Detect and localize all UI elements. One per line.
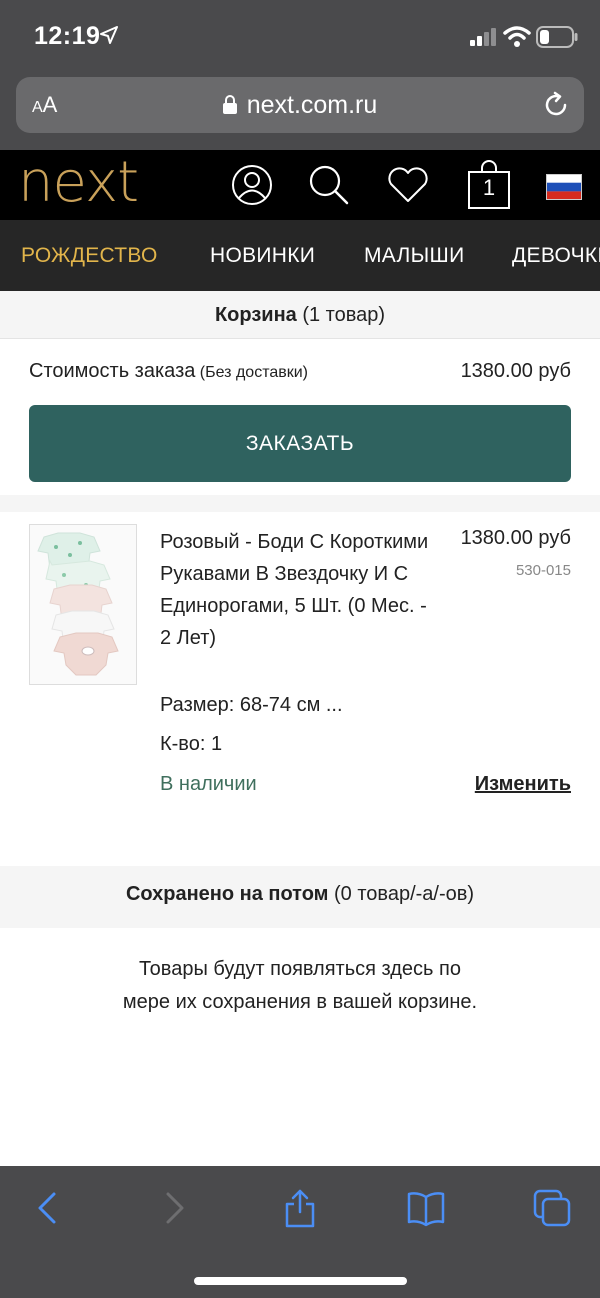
back-icon[interactable] [28,1188,68,1228]
stock-status: В наличии [160,773,257,795]
edit-item-link[interactable]: Изменить [475,773,571,796]
product-image[interactable] [29,524,137,685]
share-icon[interactable] [280,1188,320,1228]
saved-empty-line-1: Товары будут появляться здесь по [139,958,461,980]
order-cost-text: Стоимость заказа [29,360,196,382]
lock-icon [222,95,237,114]
address-bar[interactable]: AA next.com.ru [16,77,584,133]
bookmarks-icon[interactable] [406,1188,446,1228]
saved-count: (0 товар/-а/-ов) [328,883,475,905]
order-cost-label: Стоимость заказа (Без доставки) [29,360,308,383]
wifi-icon [503,26,531,47]
section-divider [0,495,600,512]
order-cost-note: (Без доставки) [195,364,309,381]
favorites-heart-icon[interactable] [386,163,430,207]
category-girls[interactable]: ДЕВОЧКИ [512,244,600,268]
category-babies[interactable]: МАЛЫШИ [364,244,464,268]
saved-empty-message: Товары будут появляться здесь по мере их… [60,953,540,1019]
bodysuits-image [37,532,119,676]
product-name[interactable]: Розовый - Боди С Короткими Рукавами В Зв… [160,526,430,654]
battery-icon [536,26,578,48]
location-arrow-icon [100,26,118,44]
saved-for-later-header: Сохранено на потом (0 товар/-а/-ов) [0,866,600,928]
bag-button[interactable]: 1 [467,160,511,210]
saved-title: Сохранено на потом [125,883,329,905]
category-new[interactable]: НОВИНКИ [210,244,315,268]
bag-count: 1 [482,175,496,200]
order-total: 1380.00 руб [460,360,571,382]
tabs-icon[interactable] [532,1188,572,1228]
site-header: next 1 [0,150,600,220]
account-icon[interactable] [230,163,274,207]
saved-empty-line-2: мере их сохранения в вашей корзине. [122,991,478,1013]
status-time: 12:19 [34,22,101,50]
search-icon[interactable] [306,163,350,207]
product-size: Размер: 68-74 см ... [160,694,343,716]
product-code: 530-015 [515,562,571,579]
reload-icon[interactable] [542,91,570,119]
next-logo[interactable]: next [18,152,139,214]
home-indicator[interactable] [194,1277,407,1285]
category-nav: РОЖДЕСТВО НОВИНКИ МАЛЫШИ ДЕВОЧКИ [0,220,600,291]
url-text: next.com.ru [246,91,378,119]
basket-header: Корзина (1 товар) [0,291,600,339]
basket-count: (1 товар) [296,304,386,326]
cellular-signal-icon [470,28,496,46]
status-bar: 12:19 [0,0,600,72]
russia-flag-icon[interactable] [546,174,582,200]
category-christmas[interactable]: РОЖДЕСТВО [21,244,158,268]
product-price: 1380.00 руб [460,527,571,549]
product-quantity: К-во: 1 [160,733,223,755]
basket-title: Корзина [214,304,297,326]
url-display[interactable]: next.com.ru [16,91,584,120]
forward-icon[interactable] [154,1188,194,1228]
browser-top-chrome: 12:19 AA next.com.ru [0,0,600,150]
checkout-button[interactable]: ЗАКАЗАТЬ [29,405,571,482]
